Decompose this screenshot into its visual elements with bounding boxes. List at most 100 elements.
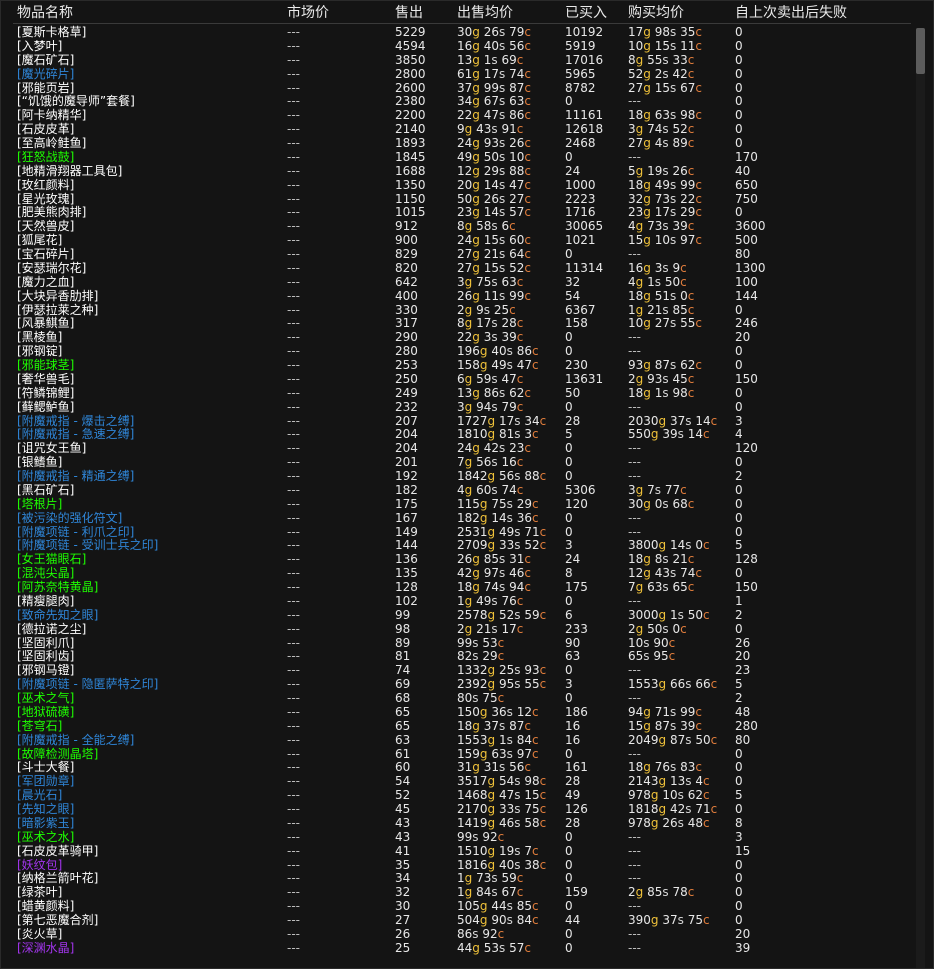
table-row[interactable]: [安瑟瑞尔花] --- 820 27g 15s 52c 11314 16g 3s 9c 13… [1, 261, 913, 276]
table-row[interactable]: [塔根片] --- 175 115g 75s 29c 120 30g 0s 68c 0 [1, 497, 913, 512]
item-name-link[interactable]: [阿苏奈特黄晶] [17, 580, 98, 595]
table-row[interactable]: [邪钢锭] --- 280 196g 40s 86c 0 --- 0 [1, 344, 913, 359]
col-header-bought[interactable]: 已买入 [565, 2, 607, 22]
table-row[interactable]: [天然兽皮] --- 912 8g 58s 6c 30065 4g 73s 39c 3600 [1, 219, 913, 234]
table-row[interactable]: [阿卡纳精华] --- 2200 22g 47s 86c 11161 18g 63s 98… [1, 108, 913, 123]
item-name-link[interactable]: [致命先知之眼] [17, 608, 98, 623]
item-name-link[interactable]: [混沌尖晶] [17, 566, 74, 581]
item-name-link[interactable]: [安瑟瑞尔花] [17, 261, 86, 276]
table-row[interactable]: [狐尾花] --- 900 24g 15s 60c 1021 15g 10s 97c 500 [1, 233, 913, 248]
table-row[interactable]: [地狱硫磺] --- 65 150g 36s 12c 186 94g 71s 99c 48 [1, 705, 913, 720]
scrollbar-thumb[interactable] [916, 28, 925, 74]
item-name-link[interactable]: [暗影紫玉] [17, 816, 74, 831]
table-row[interactable]: [混沌尖晶] --- 135 42g 97s 46c 8 12g 43s 74c 0 [1, 566, 913, 581]
table-row[interactable]: [夏斯卡格草] --- 5229 30g 26s 79c 10192 17g 98s 35… [1, 25, 913, 40]
item-name-link[interactable]: [石皮皮革骑甲] [17, 844, 98, 859]
item-name-link[interactable]: [符鳞锦鲤] [17, 386, 74, 401]
item-name-link[interactable]: [邪钢锭] [17, 344, 62, 359]
table-row[interactable]: [邪能球茎] --- 253 158g 49s 47c 230 93g 87s 62c 0 [1, 358, 913, 373]
table-row[interactable]: [魔光碎片] --- 2800 61g 17s 74c 5965 52g 2s 42c 0 [1, 67, 913, 82]
item-name-link[interactable]: [宝石碎片] [17, 247, 74, 262]
vertical-scrollbar[interactable] [916, 28, 925, 968]
table-row[interactable]: [玫红颜料] --- 1350 20g 14s 47c 1000 18g 49s 99c 6… [1, 178, 913, 193]
item-name-link[interactable]: [伊瑟拉莱之种] [17, 303, 98, 318]
item-name-link[interactable]: [精瘦腿肉] [17, 594, 74, 609]
table-row[interactable]: [军团勋章] --- 54 3517g 54s 98c 28 2143g 13s 4c 0 [1, 774, 913, 789]
item-name-link[interactable]: [坚固利爪] [17, 636, 74, 651]
table-row[interactable]: [绿茶叶] --- 32 1g 84s 67c 159 2g 85s 78c 0 [1, 885, 913, 900]
table-row[interactable]: [黑棱鱼] --- 290 22g 3s 39c 0 --- 20 [1, 330, 913, 345]
item-name-link[interactable]: [深渊水晶] [17, 941, 74, 956]
table-row[interactable]: [先知之眼] --- 45 2170g 33s 75c 126 1818g 42s 71c… [1, 802, 913, 817]
item-name-link[interactable]: [第七恶魔合剂] [17, 913, 98, 928]
item-name-link[interactable]: [地狱硫磺] [17, 705, 74, 720]
table-row[interactable]: [伊瑟拉莱之种] --- 330 2g 9s 25c 6367 1g 21s 85c 0 [1, 303, 913, 318]
table-row[interactable]: [石皮皮革骑甲] --- 41 1510g 19s 7c 0 --- 15 [1, 844, 913, 859]
item-name-link[interactable]: [藓鳃鲈鱼] [17, 400, 74, 415]
col-header-avg-sell-price[interactable]: 出售均价 [457, 2, 513, 22]
table-row[interactable]: [星光玫瑰] --- 1150 50g 26s 27c 2223 32g 73s 22c 7… [1, 192, 913, 207]
item-name-link[interactable]: [至高岭鲑鱼] [17, 136, 86, 151]
item-name-link[interactable]: [附魔戒指 - 全能之缚] [17, 733, 134, 748]
item-name-link[interactable]: [德拉诺之尘] [17, 622, 86, 637]
table-row[interactable]: [黑石矿石] --- 182 4g 60s 74c 5306 3g 7s 77c 0 [1, 483, 913, 498]
item-name-link[interactable]: [狐尾花] [17, 233, 62, 248]
table-row[interactable]: [暗影紫玉] --- 43 1419g 46s 58c 28 978g 26s 48c 8 [1, 816, 913, 831]
table-row[interactable]: [附魔项链 - 受训士兵之印] --- 144 2709g 33s 52c 3 3800g… [1, 538, 913, 553]
item-name-link[interactable]: [诅咒女王鱼] [17, 441, 86, 456]
table-row[interactable]: [苍穹石] --- 65 18g 37s 87c 16 15g 87s 39c 280 [1, 719, 913, 734]
table-row[interactable]: [妖纹包] --- 35 1816g 40s 38c 0 --- 0 [1, 858, 913, 873]
table-row[interactable]: [被污染的强化符文] --- 167 182g 14s 36c 0 --- 0 [1, 511, 913, 526]
item-name-link[interactable]: [夏斯卡格草] [17, 25, 86, 40]
table-row[interactable]: [附魔戒指 - 精通之缚] --- 192 1842g 56s 88c 0 --- 2 [1, 469, 913, 484]
table-row[interactable]: [晨光石] --- 52 1468g 47s 15c 49 978g 10s 62c 5 [1, 788, 913, 803]
table-row[interactable]: [魔石矿石] --- 3850 13g 1s 69c 17016 8g 55s 33c 0 [1, 53, 913, 68]
table-row[interactable]: [地精滑翔器工具包] --- 1688 12g 29s 88c 24 5g 19s 26c… [1, 164, 913, 179]
table-row[interactable]: [大块异香肋排] --- 400 26g 11s 99c 54 18g 51s 0c 144 [1, 289, 913, 304]
item-name-link[interactable]: [黑石矿石] [17, 483, 74, 498]
item-name-link[interactable]: [苍穹石] [17, 719, 62, 734]
table-row[interactable]: [纳格兰箭叶花] --- 34 1g 73s 59c 0 --- 0 [1, 871, 913, 886]
table-row[interactable]: [坚固利齿] --- 81 82s 29c 63 65s 95c 20 [1, 649, 913, 664]
item-name-link[interactable]: [邪能球茎] [17, 358, 74, 373]
table-row[interactable]: [深渊水晶] --- 25 44g 53s 57c 0 --- 39 [1, 941, 913, 956]
item-name-link[interactable]: [巫术之气] [17, 691, 74, 706]
item-name-link[interactable]: [黑棱鱼] [17, 330, 62, 345]
item-name-link[interactable]: [大块异香肋排] [17, 289, 98, 304]
table-row[interactable]: [附魔戒指 - 急速之缚] --- 204 1810g 81s 3c 5 550g 39s… [1, 427, 913, 442]
item-name-link[interactable]: [狂怒战鼓] [17, 150, 74, 165]
item-name-link[interactable]: [地精滑翔器工具包] [17, 164, 122, 179]
table-row[interactable]: [奢华兽毛] --- 250 6g 59s 47c 13631 2g 93s 45c 150 [1, 372, 913, 387]
col-header-fails-since-last-sale[interactable]: 自上次卖出后失败 [735, 2, 847, 22]
item-name-link[interactable]: [炎火草] [17, 927, 62, 942]
item-name-link[interactable]: [附魔戒指 - 精通之缚] [17, 469, 134, 484]
table-row[interactable]: [宝石碎片] --- 829 27g 21s 64c 0 --- 80 [1, 247, 913, 262]
table-row[interactable]: [附魔戒指 - 爆击之缚] --- 207 1727g 17s 34c 28 2030g … [1, 414, 913, 429]
table-row[interactable]: [狂怒战鼓] --- 1845 49g 50s 10c 0 --- 170 [1, 150, 913, 165]
col-header-market-price[interactable]: 市场价 [287, 2, 329, 22]
table-row[interactable]: [附魔戒指 - 全能之缚] --- 63 1553g 1s 84c 16 2049g 87… [1, 733, 913, 748]
table-row[interactable]: [坚固利爪] --- 89 99s 53c 90 10s 90c 26 [1, 636, 913, 651]
item-name-link[interactable]: [蜡黄颜料] [17, 899, 74, 914]
col-header-item-name[interactable]: 物品名称 [17, 2, 73, 22]
item-name-link[interactable]: [附魔项链 - 隐匿萨特之印] [17, 677, 158, 692]
table-row[interactable]: [邪能页岩] --- 2600 37g 99s 87c 8782 27g 15s 67c 0 [1, 81, 913, 96]
table-row[interactable]: [炎火草] --- 26 86s 92c 0 --- 20 [1, 927, 913, 942]
item-name-link[interactable]: [奢华兽毛] [17, 372, 74, 387]
table-row[interactable]: [斗士大餐] --- 60 31g 31s 56c 161 18g 76s 83c 0 [1, 760, 913, 775]
item-name-link[interactable]: [魔光碎片] [17, 67, 74, 82]
table-row[interactable]: [巫术之水] --- 43 99s 92c 0 --- 3 [1, 830, 913, 845]
item-name-link[interactable]: [入梦叶] [17, 39, 62, 54]
item-name-link[interactable]: [先知之眼] [17, 802, 74, 817]
table-row[interactable]: [女王猫眼石] --- 136 26g 85s 31c 24 18g 8s 21c 128 [1, 552, 913, 567]
table-row[interactable]: [第七恶魔合剂] --- 27 504g 90s 84c 44 390g 37s 75c 0 [1, 913, 913, 928]
table-row[interactable]: [银鳍鱼] --- 201 7g 56s 16c 0 --- 0 [1, 455, 913, 470]
item-name-link[interactable]: [阿卡纳精华] [17, 108, 86, 123]
table-row[interactable]: [入梦叶] --- 4594 16g 40s 56c 5919 10g 15s 11c 0 [1, 39, 913, 54]
item-name-link[interactable]: [晨光石] [17, 788, 62, 803]
item-name-link[interactable]: [军团勋章] [17, 774, 74, 789]
table-row[interactable]: [石皮皮革] --- 2140 9g 43s 91c 12618 3g 74s 52c 0 [1, 122, 913, 137]
table-row[interactable]: [藓鳃鲈鱼] --- 232 3g 94s 79c 0 --- 0 [1, 400, 913, 415]
col-header-sold[interactable]: 售出 [395, 2, 423, 22]
item-name-link[interactable]: [巫术之水] [17, 830, 74, 845]
